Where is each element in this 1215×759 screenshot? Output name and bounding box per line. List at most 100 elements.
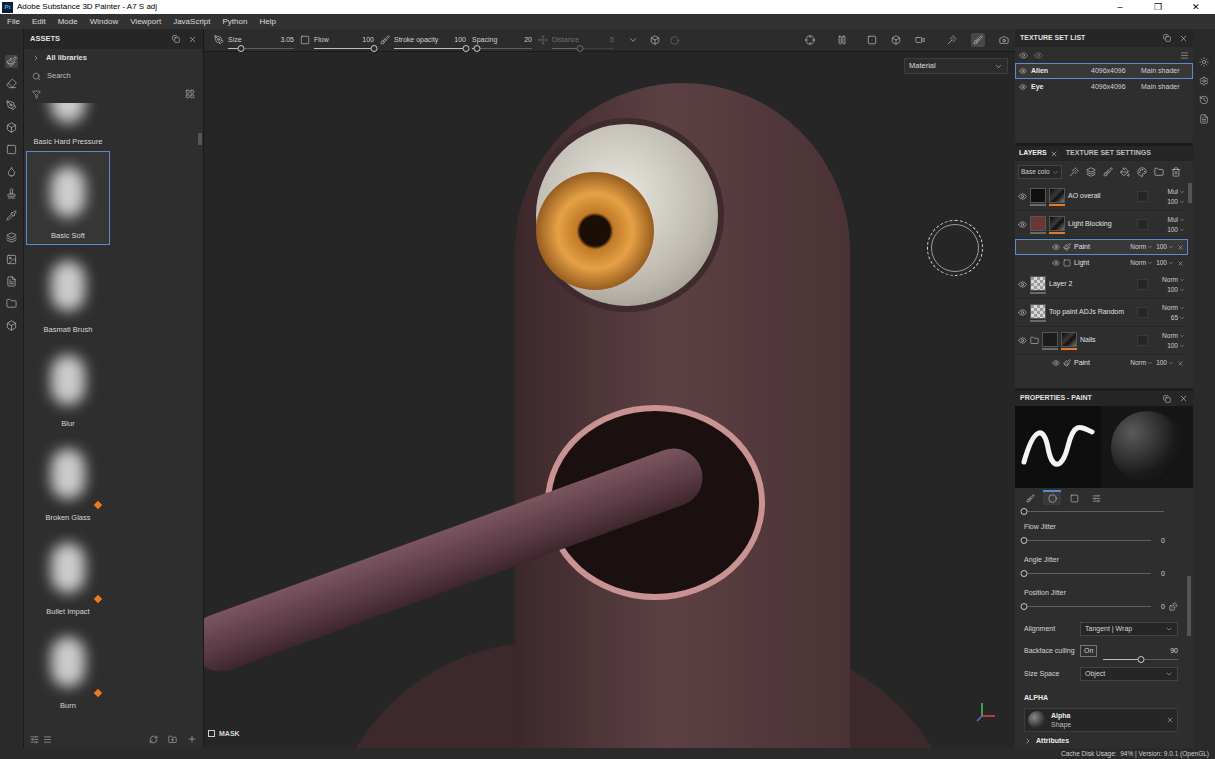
chevron-down-icon[interactable]: [1147, 360, 1153, 366]
paint-icon[interactable]: [6, 56, 17, 67]
log-icon[interactable]: [1199, 114, 1209, 124]
menu-icon[interactable]: [1180, 51, 1189, 60]
blend-mode-dropdown[interactable]: Norm: [1162, 331, 1185, 341]
asset-item[interactable]: Blur: [26, 339, 110, 433]
window-control[interactable]: ❐: [1139, 3, 1177, 12]
opacity-dropdown[interactable]: 100: [1167, 197, 1185, 207]
effect-row[interactable]: PaintNorm100: [1015, 239, 1188, 255]
menu-item[interactable]: Help: [259, 18, 275, 26]
opacity-icon[interactable]: [380, 35, 390, 45]
search-icon[interactable]: [32, 72, 41, 81]
symmetry-icon[interactable]: [628, 35, 638, 45]
scrollbar[interactable]: [198, 103, 203, 730]
display-mode-dropdown[interactable]: Material: [904, 58, 1008, 74]
layer-row[interactable]: NailsNorm100: [1015, 327, 1188, 355]
fill-effect-icon[interactable]: [1063, 259, 1071, 267]
window-control[interactable]: –: [1101, 3, 1139, 12]
chevron-down-icon[interactable]: [1168, 244, 1174, 250]
brush-tab-icon[interactable]: [1026, 494, 1035, 503]
remove-icon[interactable]: [1166, 716, 1174, 724]
blend-mode-dropdown[interactable]: Mul: [1168, 215, 1185, 225]
asset-item[interactable]: Broken Glass: [26, 433, 110, 527]
chevron-down-icon[interactable]: [1179, 315, 1185, 321]
blend-mode-dropdown[interactable]: Norm: [1162, 275, 1185, 285]
alpha-slot[interactable]: AlphaShape: [1024, 708, 1178, 732]
hide-all-icon[interactable]: [1034, 51, 1043, 60]
clone-icon[interactable]: [6, 188, 17, 199]
property-slider[interactable]: [1024, 508, 1164, 515]
chevron-down-icon[interactable]: [1168, 360, 1174, 366]
visibility-icon[interactable]: [1018, 280, 1027, 289]
mask-thumbnail[interactable]: [1049, 216, 1065, 231]
effect-row[interactable]: PaintNorm100: [1015, 355, 1188, 371]
layer-row[interactable]: Light BlockingMul100: [1015, 211, 1188, 239]
mask-checkbox[interactable]: [208, 730, 215, 737]
viewport[interactable]: Material MASK: [204, 52, 1015, 748]
mirror-icon[interactable]: [670, 36, 679, 45]
chevron-down-icon[interactable]: [1179, 199, 1185, 205]
show-all-icon[interactable]: [1019, 51, 1028, 60]
tool-option[interactable]: Spacing20: [472, 35, 532, 45]
bake-icon[interactable]: [6, 232, 17, 243]
layer-thumbnail[interactable]: [1030, 304, 1046, 319]
popout-icon[interactable]: [1163, 34, 1171, 42]
chevron-down-icon[interactable]: [1147, 244, 1153, 250]
effect-row[interactable]: LightNorm100: [1015, 255, 1188, 271]
popout-icon[interactable]: [1163, 395, 1171, 403]
backface-toggle[interactable]: On: [1080, 645, 1097, 657]
attributes-section[interactable]: Attributes: [1024, 736, 1178, 747]
chevron-down-icon[interactable]: [1168, 260, 1174, 266]
eye-space-icon[interactable]: [805, 35, 815, 45]
mask-toggle[interactable]: MASK: [208, 729, 240, 740]
chevron-down-icon[interactable]: [1179, 227, 1185, 233]
add-effect-icon[interactable]: [1086, 167, 1096, 177]
smart-mask-icon[interactable]: [1069, 167, 1079, 177]
blend-mode-dropdown[interactable]: Norm: [1130, 258, 1153, 268]
shader-settings-icon[interactable]: [1199, 76, 1209, 86]
close-icon[interactable]: [1179, 34, 1188, 43]
asset-item[interactable]: Basic Soft: [26, 151, 110, 245]
mask-thumbnail[interactable]: [1061, 332, 1077, 347]
visibility-icon[interactable]: [1019, 67, 1027, 75]
paint-mode-icon[interactable]: [973, 35, 983, 45]
layer-thumbnail[interactable]: [1042, 332, 1058, 347]
channel-dropdown[interactable]: Base colo: [1018, 165, 1062, 179]
property-slider[interactable]: [1024, 603, 1151, 610]
projection-icon[interactable]: [6, 100, 17, 111]
history-icon[interactable]: [1199, 95, 1209, 105]
close-icon[interactable]: [1179, 394, 1188, 403]
menu-item[interactable]: Viewport: [130, 18, 161, 26]
frame-icon[interactable]: [867, 35, 877, 45]
delete-icon[interactable]: [1171, 167, 1181, 177]
material-tab-icon[interactable]: [1048, 494, 1057, 503]
panel-tab[interactable]: TEXTURE SET SETTINGS: [1066, 148, 1151, 159]
paint-effect-icon[interactable]: [1063, 359, 1071, 367]
chevron-down-icon[interactable]: [1179, 287, 1185, 293]
menu-item[interactable]: JavaScript: [173, 18, 210, 26]
display-settings-icon[interactable]: [1199, 57, 1209, 67]
asset-item[interactable]: Basic Hard Pressure: [26, 103, 110, 151]
flow-icon[interactable]: [300, 35, 310, 45]
lazy-mouse-icon[interactable]: [538, 35, 548, 45]
library-row[interactable]: All libraries: [24, 49, 203, 67]
panel-tab[interactable]: LAYERS: [1019, 148, 1058, 159]
menu-item[interactable]: Mode: [58, 18, 78, 26]
visibility-icon[interactable]: [1019, 83, 1027, 91]
filter-icon[interactable]: [32, 90, 41, 99]
layer-thumbnail[interactable]: [1030, 276, 1046, 291]
layer-thumbnail[interactable]: [1030, 188, 1046, 203]
chevron-down-icon[interactable]: [1165, 670, 1173, 678]
camera-icon[interactable]: [915, 35, 925, 45]
window-control[interactable]: ✕: [1177, 3, 1215, 12]
remove-icon[interactable]: [1177, 244, 1184, 251]
chevron-down-icon[interactable]: [1179, 343, 1185, 349]
chevron-down-icon[interactable]: [994, 62, 1003, 71]
opacity-dropdown[interactable]: 65: [1171, 313, 1185, 323]
jitter-slider[interactable]: Position Jitter0: [1024, 582, 1178, 615]
smudge-icon[interactable]: [6, 166, 17, 177]
layer-row[interactable]: AO overallMul100: [1015, 183, 1188, 211]
asset-item[interactable]: Basmati Brush: [26, 245, 110, 339]
visibility-icon[interactable]: [1018, 336, 1027, 345]
close-icon[interactable]: [188, 35, 197, 44]
list-icon[interactable]: [43, 735, 52, 744]
